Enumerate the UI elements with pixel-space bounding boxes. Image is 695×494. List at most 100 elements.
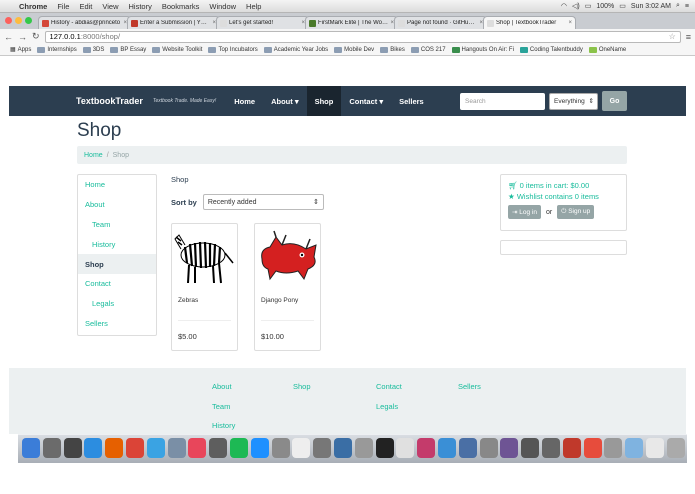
spotify-icon[interactable]	[229, 438, 248, 458]
chrome-icon[interactable]	[125, 438, 144, 458]
menu-history[interactable]: History	[124, 2, 157, 11]
reload-icon[interactable]: ↻	[32, 31, 40, 42]
chrome-menu-icon[interactable]: ≡	[686, 32, 691, 42]
footer-link-shop[interactable]: Shop	[293, 382, 311, 391]
github-icon[interactable]	[500, 438, 519, 458]
nav-contact[interactable]: Contact ▾	[341, 86, 391, 116]
bookmark-folder[interactable]: Mobile Dev	[334, 46, 374, 53]
word-icon[interactable]	[333, 438, 352, 458]
nav-shop[interactable]: Shop	[306, 86, 342, 116]
footer-link-history[interactable]: History	[212, 421, 235, 430]
sidenav-history[interactable]: History	[78, 234, 156, 254]
bookmark-link[interactable]: OneName	[588, 46, 626, 53]
product-card[interactable]: Zebras $5.00	[171, 223, 238, 351]
menu-file[interactable]: File	[52, 2, 74, 11]
list-icon[interactable]: ≡	[685, 3, 689, 10]
menu-app-chrome[interactable]: Chrome	[14, 2, 52, 11]
browser-tab[interactable]: Page not found · GitHub Pa ×	[394, 16, 487, 29]
bookmark-apps[interactable]: ▦ Apps	[10, 46, 31, 54]
django-pony-image[interactable]	[256, 227, 319, 285]
safari-icon[interactable]	[84, 438, 103, 458]
sidenav-about[interactable]: About	[78, 195, 156, 215]
downloads-folder-icon[interactable]	[625, 438, 644, 458]
zoom-window-icon[interactable]	[25, 17, 32, 24]
clock[interactable]: Sun 3:02 AM	[631, 3, 671, 10]
sidenav-shop[interactable]: Shop	[78, 254, 156, 274]
battery-icon[interactable]: ▭	[619, 2, 626, 10]
search-go-button[interactable]: Go	[602, 91, 627, 111]
terminal-icon[interactable]	[375, 438, 394, 458]
search-input[interactable]: Search	[460, 92, 545, 110]
browser-tab[interactable]: FirstMark Elite | The World ×	[305, 16, 398, 29]
close-window-icon[interactable]	[5, 17, 12, 24]
filezilla-icon[interactable]	[562, 438, 581, 458]
product-name[interactable]: Django Pony	[261, 297, 298, 304]
app-icon[interactable]	[417, 438, 436, 458]
browser-tab-active[interactable]: Shop | TextbookTrader ×	[483, 16, 576, 29]
sidenav-contact[interactable]: Contact	[78, 274, 156, 294]
menu-edit[interactable]: Edit	[74, 2, 97, 11]
bookmark-folder[interactable]: COS 217	[410, 46, 446, 53]
close-tab-icon[interactable]: ×	[568, 20, 572, 26]
footer-link-legals[interactable]: Legals	[376, 402, 398, 411]
address-bar[interactable]: 127.0.0.1:8000/shop/ ☆	[44, 30, 681, 43]
launchpad-icon[interactable]	[42, 438, 61, 458]
finder-icon[interactable]	[22, 438, 40, 458]
product-card[interactable]: Django Pony $10.00	[254, 223, 321, 351]
system-preferences-icon[interactable]	[271, 438, 290, 458]
bookmark-link[interactable]: Hangouts On Air: Fi	[451, 46, 514, 53]
photo-icon[interactable]	[209, 438, 228, 458]
bookmark-folder[interactable]: 3DS	[82, 46, 104, 53]
browser-tab[interactable]: History - abdias@princeto ×	[38, 16, 131, 29]
mail-icon[interactable]	[167, 438, 186, 458]
bookmark-folder[interactable]: Academic Year Jobs	[263, 46, 328, 53]
intellij-icon[interactable]	[396, 438, 415, 458]
bookmark-folder[interactable]: Internships	[37, 46, 77, 53]
wishlist-summary[interactable]: ★ Wishlist contains 0 items	[508, 192, 619, 203]
app-icon[interactable]	[521, 438, 540, 458]
footer-link-team[interactable]: Team	[212, 402, 230, 411]
bookmark-folder[interactable]: Top Incubators	[208, 46, 258, 53]
search-icon[interactable]: ⌕	[676, 2, 680, 10]
footer-link-about[interactable]: About	[212, 382, 232, 391]
footer-link-sellers[interactable]: Sellers	[458, 382, 481, 391]
xcode-icon[interactable]	[458, 438, 477, 458]
documents-icon[interactable]	[645, 438, 664, 458]
signup-button[interactable]: ⏻ Sign up	[557, 205, 595, 219]
wifi-icon[interactable]: ◠	[561, 2, 567, 10]
trash-icon[interactable]	[666, 438, 685, 458]
site-brand[interactable]: TextbookTrader	[76, 96, 143, 106]
sidenav-team[interactable]: Team	[78, 215, 156, 235]
acrobat-icon[interactable]	[583, 438, 602, 458]
preview-icon[interactable]	[354, 438, 373, 458]
sort-select[interactable]: Recently added ⇕	[202, 194, 324, 210]
nav-sellers[interactable]: Sellers	[391, 86, 432, 116]
app-icon[interactable]	[479, 438, 498, 458]
calendar-icon[interactable]	[292, 438, 311, 458]
menu-bookmarks[interactable]: Bookmarks	[157, 2, 205, 11]
mission-control-icon[interactable]	[63, 438, 82, 458]
login-button[interactable]: ⇥ Log in	[508, 205, 541, 219]
itunes-icon[interactable]	[188, 438, 207, 458]
forward-icon[interactable]: →	[18, 32, 27, 42]
bookmark-folder[interactable]: Bikes	[380, 46, 405, 53]
firefox-icon[interactable]	[105, 438, 124, 458]
sidenav-legals[interactable]: Legals	[78, 294, 156, 314]
nav-home[interactable]: Home	[226, 86, 263, 116]
flag-icon[interactable]: ▭	[585, 2, 592, 10]
sidenav-sellers[interactable]: Sellers	[78, 314, 156, 334]
menu-window[interactable]: Window	[204, 2, 241, 11]
menu-view[interactable]: View	[97, 2, 123, 11]
menu-help[interactable]: Help	[241, 2, 266, 11]
browser-tab[interactable]: Enter a Submission | YHac ×	[127, 16, 220, 29]
app-icon[interactable]	[541, 438, 560, 458]
bookmark-folder[interactable]: Website Toolkit	[152, 46, 202, 53]
search-scope-select[interactable]: Everything ⇕	[549, 92, 598, 110]
app-store-icon[interactable]	[250, 438, 269, 458]
battery-level[interactable]: 100%	[596, 3, 614, 10]
volume-icon[interactable]: ◁)	[572, 2, 580, 10]
bookmark-link[interactable]: Coding Talentbuddy	[519, 46, 583, 53]
app-icon[interactable]	[437, 438, 456, 458]
cart-summary[interactable]: 🛒︎ 0 items in cart: $0.00	[508, 181, 619, 192]
product-name[interactable]: Zebras	[178, 297, 198, 304]
